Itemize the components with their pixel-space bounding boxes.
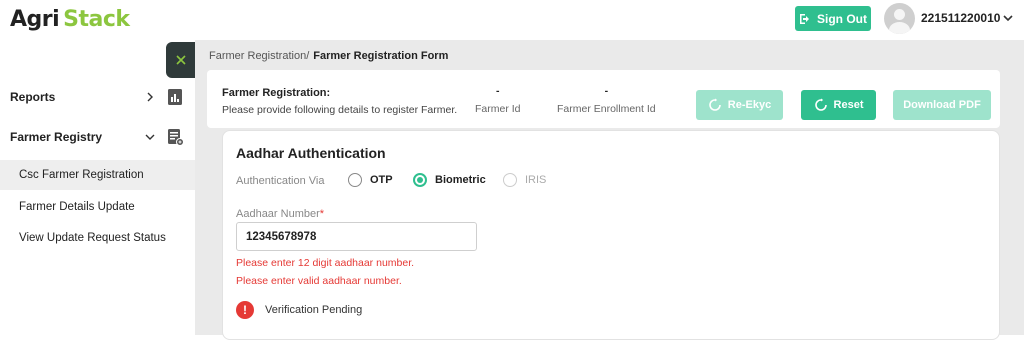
- chevron-down-icon: [145, 134, 155, 140]
- farmer-id-value: -: [496, 85, 500, 97]
- radio-circle-checked: [413, 173, 427, 187]
- refresh-icon: [814, 98, 827, 111]
- registration-info-card: Farmer Registration: Please provide foll…: [207, 70, 1000, 128]
- radio-label: OTP: [370, 174, 393, 186]
- refresh-icon: [709, 98, 721, 111]
- breadcrumb: Farmer Registration/Farmer Registration …: [209, 50, 448, 62]
- registration-subtitle: Please provide following details to regi…: [222, 104, 458, 116]
- sidebar-subitem-label: Farmer Details Update: [19, 201, 135, 213]
- sign-out-button[interactable]: Sign Out: [795, 6, 871, 31]
- user-avatar[interactable]: [884, 3, 915, 34]
- sidebar-subitem-label: View Update Request Status: [19, 232, 166, 244]
- required-mark: *: [319, 208, 325, 220]
- radio-biometric[interactable]: Biometric: [413, 173, 486, 187]
- registration-title: Farmer Registration:: [222, 87, 331, 99]
- logo-text-agri: Agri: [10, 6, 60, 32]
- radio-label: IRIS: [525, 174, 547, 186]
- authentication-via-label: Authentication Via: [236, 175, 325, 187]
- main-content: Farmer Registration/Farmer Registration …: [195, 40, 1024, 340]
- radio-circle-disabled: [503, 173, 517, 187]
- aadhaar-number-input[interactable]: [236, 222, 477, 251]
- farmer-id-label: Farmer Id: [475, 103, 521, 115]
- error-message: Please enter valid aadhaar number.: [236, 275, 402, 287]
- report-icon: [168, 89, 182, 105]
- form-title: Aadhar Authentication: [236, 145, 386, 161]
- aadhar-authentication-card: Aadhar Authentication Authentication Via…: [222, 130, 1000, 340]
- reset-button[interactable]: Reset: [801, 90, 876, 120]
- enrollment-id-label: Farmer Enrollment Id: [557, 103, 656, 115]
- verification-status: ! Verification Pending: [236, 301, 362, 319]
- reset-label: Reset: [833, 99, 864, 111]
- error-message: Please enter 12 digit aadhaar number.: [236, 257, 415, 269]
- sidebar-item-reports[interactable]: Reports: [0, 81, 195, 113]
- header: Agri Stack Sign Out 221511220010: [0, 0, 1024, 40]
- alert-icon: !: [236, 301, 254, 319]
- sidebar-subitem-farmer-details-update[interactable]: Farmer Details Update: [0, 192, 195, 222]
- close-sidebar-button[interactable]: [166, 42, 195, 78]
- sidebar-subitem-csc-farmer-registration[interactable]: Csc Farmer Registration: [0, 160, 195, 190]
- sign-out-label: Sign Out: [817, 11, 867, 26]
- download-pdf-button[interactable]: Download PDF: [893, 90, 991, 120]
- aadhaar-number-label: Aadhaar Number*: [236, 208, 324, 220]
- sidebar-item-label: Farmer Registry: [10, 130, 103, 144]
- farmer-id-stat: - Farmer Id: [475, 85, 521, 115]
- sidebar: Reports Farmer Registry Csc Farmer Regis…: [0, 40, 195, 335]
- radio-label: Biometric: [435, 174, 486, 186]
- enrollment-id-stat: - Farmer Enrollment Id: [557, 85, 656, 115]
- sidebar-item-farmer-registry[interactable]: Farmer Registry: [0, 121, 195, 153]
- re-ekyc-label: Re-Ekyc: [727, 99, 772, 111]
- registry-icon: [168, 129, 184, 146]
- enrollment-id-value: -: [604, 85, 609, 97]
- radio-otp[interactable]: OTP: [348, 173, 393, 187]
- logo-text-stack: Stack: [63, 6, 130, 32]
- radio-iris: IRIS: [503, 173, 546, 187]
- user-id[interactable]: 221511220010: [921, 11, 1000, 25]
- verification-status-label: Verification Pending: [265, 304, 363, 316]
- radio-circle: [348, 173, 362, 187]
- aadhaar-label-text: Aadhaar Number: [236, 208, 320, 220]
- sign-out-icon: [800, 13, 809, 24]
- sidebar-item-label: Reports: [10, 90, 56, 104]
- breadcrumb-parent[interactable]: Farmer Registration/: [209, 50, 309, 62]
- chevron-down-icon[interactable]: [1002, 12, 1014, 24]
- agristack-logo[interactable]: Agri Stack: [10, 2, 130, 36]
- close-icon: [175, 55, 186, 65]
- chevron-right-icon: [147, 92, 153, 102]
- sidebar-subitem-label: Csc Farmer Registration: [19, 169, 144, 181]
- sidebar-subitem-view-update-request-status[interactable]: View Update Request Status: [0, 223, 195, 253]
- re-ekyc-button[interactable]: Re-Ekyc: [696, 90, 783, 120]
- breadcrumb-current: Farmer Registration Form: [313, 50, 449, 62]
- download-pdf-label: Download PDF: [903, 99, 981, 111]
